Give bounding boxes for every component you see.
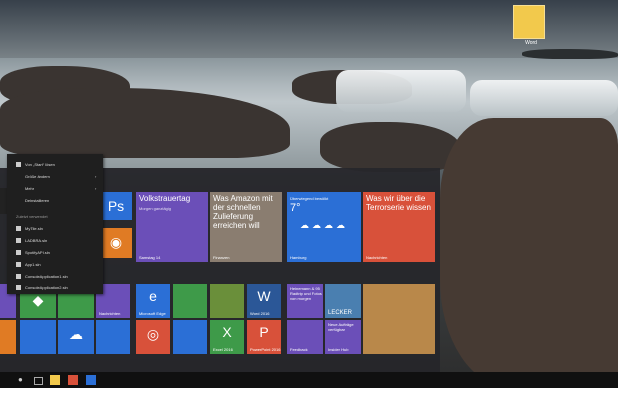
chevron-right-icon: › — [95, 186, 97, 191]
chrome-icon: ◎ — [146, 326, 160, 342]
photoshop-label: Ps — [107, 198, 125, 214]
tile-apps[interactable] — [173, 320, 207, 354]
lecker-label: LECKER — [328, 310, 353, 316]
weather-city: Hamburg — [290, 255, 307, 260]
tile-chrome[interactable]: ◎ — [136, 320, 170, 354]
tile-word[interactable]: W Word 2016 — [247, 284, 281, 318]
app-icon[interactable] — [86, 375, 96, 385]
tile-finance-news[interactable]: Was Amazon mit der schnellen Zulieferung… — [210, 192, 282, 262]
tile-weather[interactable]: Überwiegend bewölkt 7° ☁☁☁☁ Hamburg — [287, 192, 361, 262]
unpin-icon — [16, 162, 21, 167]
store-icon[interactable] — [68, 375, 78, 385]
context-menu: Von „Start“ lösen Größe ändern › Mehr › … — [7, 154, 103, 294]
weather-temp: 7° — [290, 202, 301, 214]
menu-resize[interactable]: Größe ändern — [25, 174, 50, 179]
tile-onedrive[interactable]: ☁ — [58, 320, 94, 354]
excel-icon: X — [222, 324, 232, 340]
rock-distant — [522, 49, 618, 59]
recent-item[interactable]: App1.sln — [25, 262, 41, 267]
file-icon — [16, 226, 21, 231]
taskbar: ● — [0, 372, 618, 388]
tile-store[interactable] — [96, 320, 130, 354]
tile-edge[interactable]: e Microsoft Edge — [136, 284, 170, 318]
file-icon — [16, 274, 21, 279]
word-label: Word 2016 — [250, 311, 270, 316]
file-icon — [16, 250, 21, 255]
file-icon — [16, 285, 21, 290]
tile-feedback[interactable]: Feedback — [287, 320, 323, 354]
edge-label: Microsoft Edge — [139, 311, 166, 316]
cloud-icon: ☁ — [69, 326, 83, 342]
rock-right — [440, 118, 618, 388]
recent-header: Zuletzt verwendet — [16, 214, 48, 219]
powerpoint-icon: P — [259, 324, 269, 340]
news-headline: Was wir über die Terrorserie wissen — [366, 194, 431, 212]
camera-icon: ◉ — [109, 234, 123, 250]
tile-insider-hub[interactable]: Neue Aufträge verfügbar Insider Hub — [325, 320, 361, 354]
tile-excel[interactable]: X Excel 2016 — [210, 320, 244, 354]
feedback-label: Feedback — [290, 347, 308, 352]
waterfall — [336, 70, 466, 112]
news-label: Nachrichten — [366, 255, 388, 260]
recent-item[interactable]: SpotifyAPI.sln — [25, 250, 50, 255]
tile-food[interactable] — [363, 284, 435, 354]
mail-text: Heinemann & 95 Radtrip und Fotos von mor… — [290, 286, 322, 301]
powerpoint-label: PowerPoint 2016 — [250, 347, 281, 352]
recent-item[interactable]: ConsoleApplication2.sln — [25, 285, 68, 290]
finance-label: Finanzen — [213, 255, 230, 260]
tile-3[interactable] — [0, 320, 16, 354]
chevron-right-icon: › — [95, 174, 97, 179]
rock-middle — [320, 122, 460, 172]
excel-label: Excel 2016 — [213, 347, 233, 352]
calendar-date: Samstag 14 — [139, 255, 161, 260]
file-icon — [16, 238, 21, 243]
cloud-icon: ☁☁☁☁ — [300, 220, 348, 230]
file-icon — [16, 262, 21, 267]
tile-feedly[interactable] — [173, 284, 207, 318]
task-view-icon[interactable] — [34, 377, 43, 385]
desktop-wallpaper: Word Ps ◉ Volkstrauertag Morgen ganztägi… — [0, 0, 618, 388]
tile-powerpoint[interactable]: P PowerPoint 2016 — [247, 320, 281, 354]
menu-uninstall[interactable]: Deinstallieren — [25, 198, 49, 203]
recent-item[interactable]: LADBRA.sln — [25, 238, 47, 243]
tile-calendar[interactable]: Volkstrauertag Morgen ganztägig Samstag … — [136, 192, 208, 262]
calendar-event: Volkstrauertag — [139, 194, 191, 203]
insider-sub: Neue Aufträge verfügbar — [328, 322, 354, 332]
recent-item[interactable]: ConsoleApplication1.sln — [25, 274, 68, 279]
tile-news[interactable]: Was wir über die Terrorserie wissen Nach… — [363, 192, 435, 262]
word-document-icon[interactable] — [513, 5, 545, 39]
word-icon: W — [257, 288, 271, 304]
tile-lecker[interactable]: LECKER — [325, 284, 361, 318]
tile-photoshop[interactable]: Ps — [100, 192, 132, 220]
insider-label: Insider Hub — [328, 347, 349, 352]
menu-more[interactable]: Mehr — [25, 186, 34, 191]
tile-visio[interactable] — [210, 284, 244, 318]
microphone-icon[interactable]: ● — [18, 375, 28, 385]
tile-camera[interactable]: ◉ — [100, 228, 132, 258]
desktop-icon-label: Word — [525, 40, 537, 46]
tile-mail[interactable]: Heinemann & 95 Radtrip und Fotos von mor… — [287, 284, 323, 318]
tile-skype[interactable] — [20, 320, 56, 354]
finance-headline: Was Amazon mit der schnellen Zulieferung… — [213, 194, 273, 230]
nachrichten-label: Nachrichten — [99, 311, 121, 316]
menu-unpin[interactable]: Von „Start“ lösen — [25, 162, 55, 167]
recent-item[interactable]: MyTile.sln — [25, 226, 43, 231]
file-explorer-icon[interactable] — [50, 375, 60, 385]
calendar-sub: Morgen ganztägig — [139, 206, 172, 211]
edge-icon: e — [149, 288, 157, 304]
visual-studio-icon: ◆ — [32, 292, 44, 308]
waterfall-2 — [470, 80, 618, 116]
